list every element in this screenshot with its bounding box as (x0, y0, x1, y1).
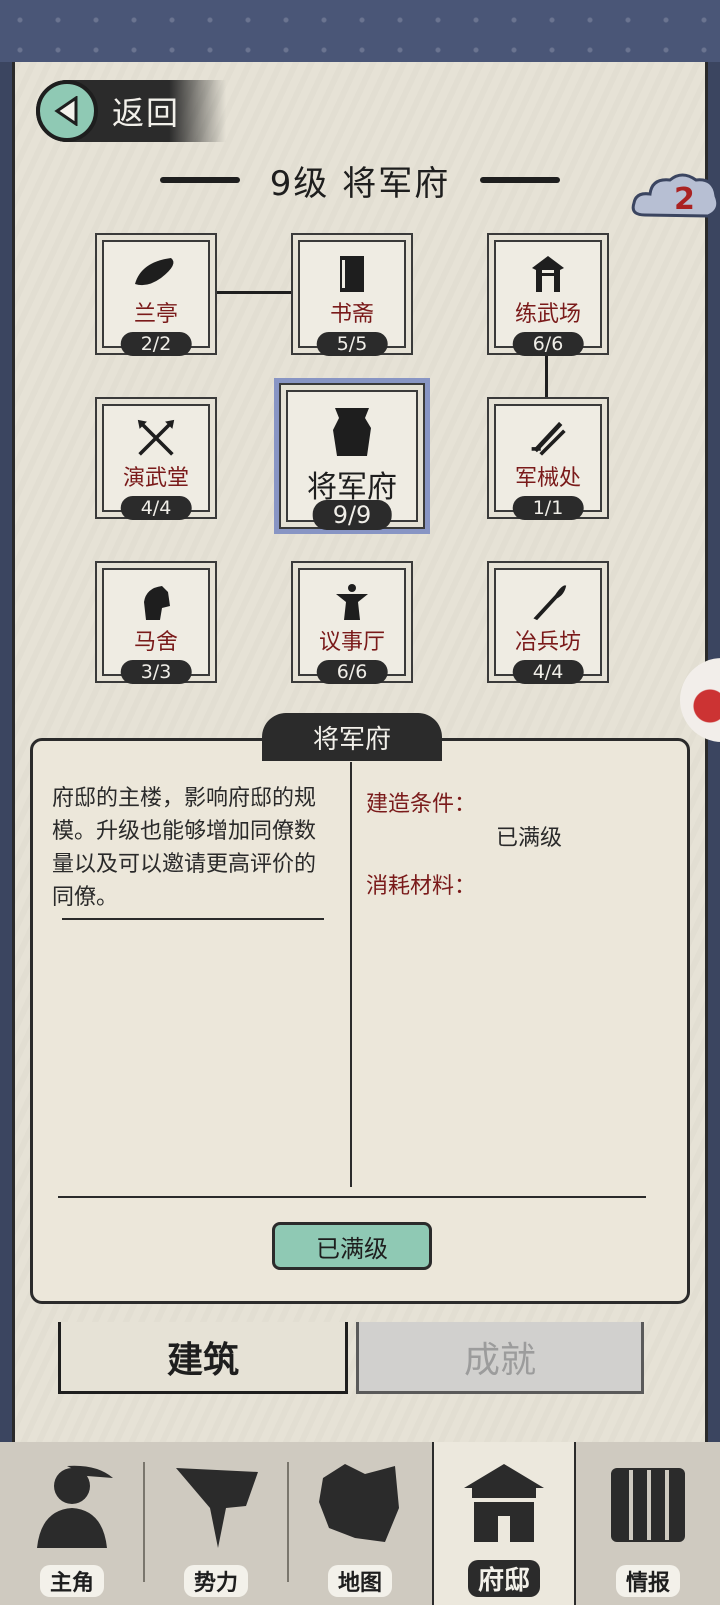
horse-icon (144, 586, 170, 620)
nav-label: 地图 (327, 1565, 392, 1597)
building-card-junxiechu[interactable]: 军械处 1/1 (494, 404, 602, 520)
back-label: 返回 (112, 94, 181, 132)
building-card-yebingfang[interactable]: 冶兵坊 4/4 (494, 568, 602, 684)
building-level: 6/6 (316, 660, 388, 684)
pavilion-icon (135, 258, 174, 286)
building-card-lianwuchang[interactable]: 练武场 6/6 (494, 240, 602, 356)
back-arrow-icon (36, 80, 98, 142)
building-card-yanwutang[interactable]: 演武堂 4/4 (102, 404, 210, 520)
crossed-swords-icon (531, 421, 566, 456)
nav-map[interactable]: 地图 (288, 1442, 432, 1605)
building-name: 冶兵坊 (514, 630, 581, 655)
divider (62, 918, 324, 920)
building-name: 军械处 (514, 466, 581, 491)
crossed-spears-icon (137, 419, 175, 456)
max-level-button[interactable]: 已满级 (272, 1222, 432, 1270)
building-level: 2/2 (120, 332, 192, 356)
building-name: 书斋 (329, 302, 374, 327)
building-level: 5/5 (316, 332, 388, 356)
connector-line (545, 348, 548, 402)
badge-count: 2 (674, 182, 695, 217)
building-name: 练武场 (514, 302, 581, 327)
building-level: 4/4 (120, 496, 192, 520)
divider (350, 762, 352, 1187)
council-figure-icon (336, 584, 368, 620)
building-name: 议事厅 (318, 630, 385, 655)
tab-building[interactable]: 建筑 (58, 1322, 348, 1394)
nav-label: 府邸 (467, 1560, 540, 1597)
building-card-shuzhai[interactable]: 书斋 5/5 (298, 240, 406, 356)
building-level: 6/6 (512, 332, 584, 356)
blade-icon (533, 585, 567, 621)
cloud-badge[interactable]: 2 (630, 170, 720, 230)
building-card-jiangjunfu[interactable]: 将军府 9/9 (286, 390, 418, 530)
nav-mansion[interactable]: 府邸 (432, 1442, 576, 1605)
general-mansion-icon (333, 408, 371, 456)
title-ornament-right (480, 177, 561, 183)
divider (58, 1196, 646, 1198)
building-level: 1/1 (512, 496, 584, 520)
building-description: 府邸的主楼，影响府邸的规模。升级也能够增加同僚数量以及可以邀请更高评价的同僚。 (52, 786, 317, 910)
materials-label: 消耗材料： (366, 874, 477, 899)
building-level: 4/4 (512, 660, 584, 684)
connector-line (210, 291, 298, 294)
page-title: 9级 将军府 (269, 163, 451, 204)
back-button[interactable]: 返回 (36, 80, 226, 142)
building-name: 马舍 (133, 630, 178, 655)
scroll-icon (611, 1468, 685, 1542)
nav-hero[interactable]: 主角 (0, 1442, 145, 1605)
building-level: 9/9 (312, 500, 392, 530)
nav-label: 主角 (39, 1565, 104, 1597)
building-name: 兰亭 (133, 302, 178, 327)
tab-achievement[interactable]: 成就 (356, 1322, 644, 1394)
page-title-row: 9级 将军府 (0, 155, 720, 205)
bottom-nav: 主角 势力 地图 府邸 情报 (0, 1442, 720, 1605)
title-ornament-left (159, 177, 240, 183)
flag-icon (176, 1468, 258, 1548)
warrior-icon (532, 256, 564, 292)
building-card-yishiting[interactable]: 议事厅 6/6 (298, 568, 406, 684)
book-icon (340, 256, 364, 292)
top-decorative-band (0, 0, 720, 62)
map-icon (319, 1464, 399, 1542)
nav-intel[interactable]: 情报 (576, 1442, 720, 1605)
mansion-icon (464, 1464, 544, 1542)
nav-label: 情报 (615, 1565, 680, 1597)
build-condition-value: 已满级 (496, 826, 563, 851)
nav-faction[interactable]: 势力 (144, 1442, 289, 1605)
building-level: 3/3 (120, 660, 192, 684)
hero-icon (37, 1465, 113, 1548)
detail-panel-title: 将军府 (262, 713, 442, 761)
nav-label: 势力 (183, 1565, 248, 1597)
build-condition-label: 建造条件： (366, 792, 477, 817)
building-name: 演武堂 (122, 466, 189, 491)
building-card-mashe[interactable]: 马舍 3/3 (102, 568, 210, 684)
building-card-lanting[interactable]: 兰亭 2/2 (102, 240, 210, 356)
